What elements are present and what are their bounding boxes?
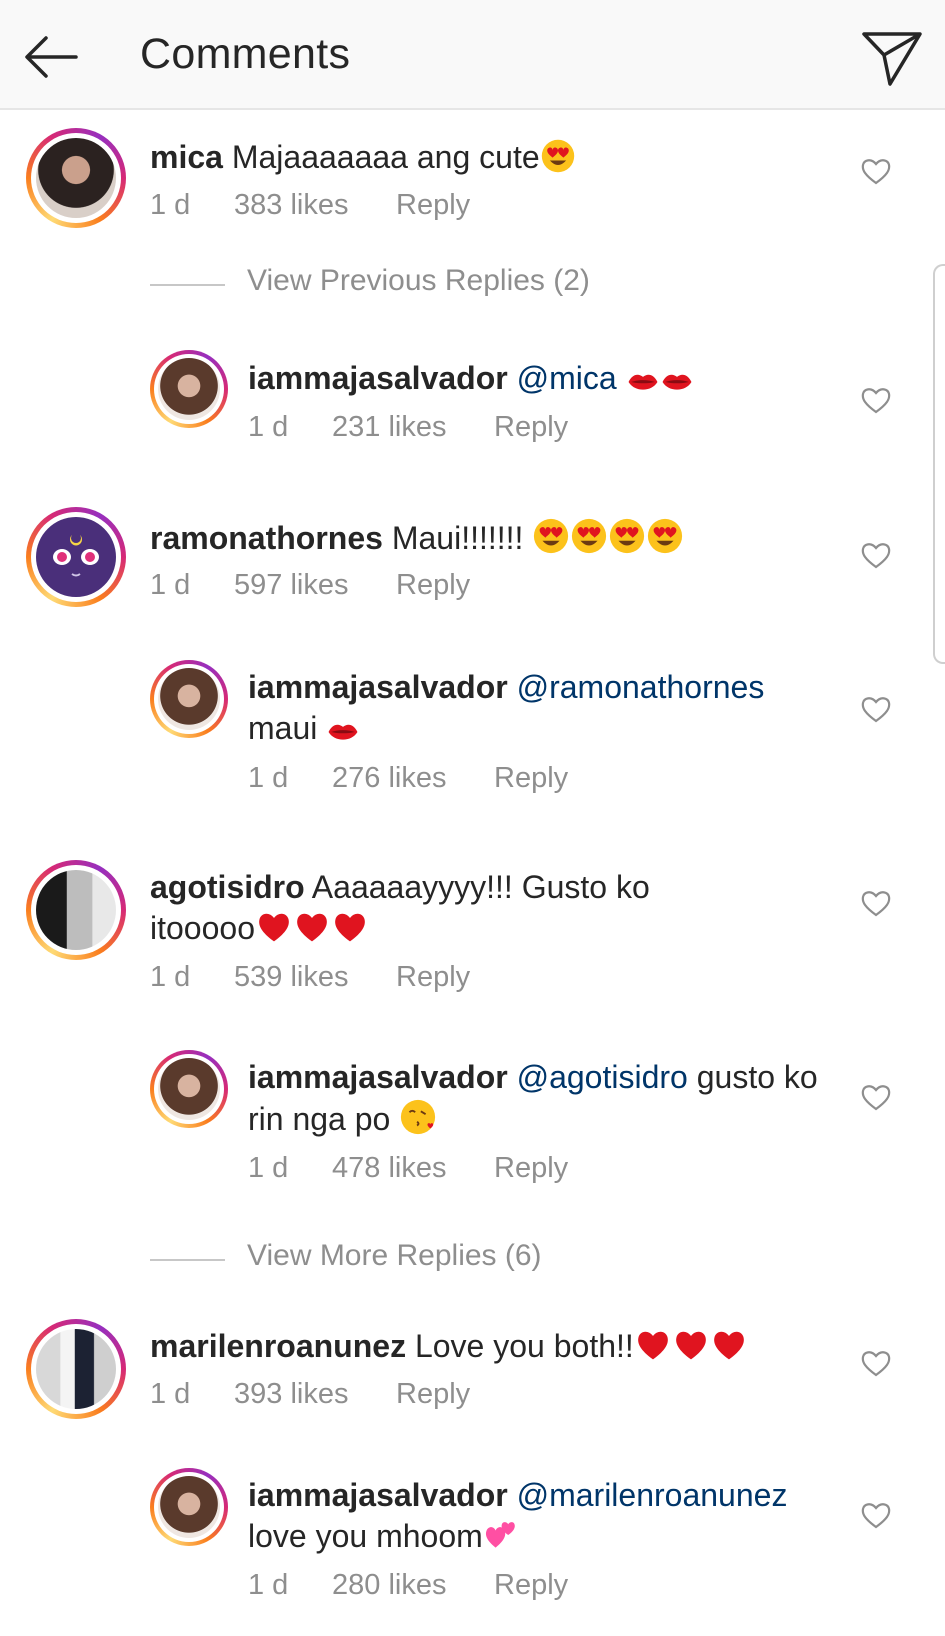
avatar-ramonathornes[interactable]: [26, 507, 126, 607]
comment-username[interactable]: agotisidro: [150, 869, 305, 905]
comment-likes[interactable]: 383 likes: [234, 189, 348, 222]
comment-username[interactable]: ramonathornes: [150, 520, 383, 556]
comment-time: 1 d: [150, 961, 191, 993]
reply-button[interactable]: Reply: [396, 961, 470, 994]
like-heart-icon[interactable]: [860, 1082, 892, 1112]
reply-username[interactable]: iammajasalvador: [248, 1477, 508, 1513]
divider: [150, 1259, 225, 1261]
red-heart-emoji-icon: [331, 909, 369, 945]
red-heart-emoji-icon: [710, 1327, 748, 1363]
reply-time: 1 d: [248, 762, 289, 794]
comment-likes[interactable]: 597 likes: [234, 569, 348, 602]
reply-mention[interactable]: @mica: [517, 360, 617, 396]
comment-text-mica: mica Majaaaaaaa ang cute: [150, 137, 830, 178]
red-heart-emoji-icon: [672, 1327, 710, 1363]
two-hearts-emoji-icon: [483, 1517, 519, 1553]
comment-username[interactable]: mica: [150, 139, 223, 175]
reply-text: iammajasalvador @ramonathornes maui: [248, 667, 838, 749]
red-heart-emoji-icon: [634, 1327, 672, 1363]
heart-eyes-emoji-icon: [570, 517, 608, 555]
cat-face-icon: [53, 535, 99, 577]
reply-button[interactable]: Reply: [494, 1569, 568, 1602]
avatar-iammajasalvador[interactable]: [150, 1050, 228, 1128]
reply-text: iammajasalvador @marilenroanunez love yo…: [248, 1475, 838, 1557]
reply-text: iammajasalvador @mica: [248, 358, 838, 399]
like-heart-icon[interactable]: [860, 540, 892, 570]
reply-button[interactable]: Reply: [494, 411, 568, 444]
reply-button[interactable]: Reply: [396, 569, 470, 602]
reply-button[interactable]: Reply: [396, 1378, 470, 1411]
comment-body: Maui!!!!!!!: [391, 520, 524, 556]
reply-time: 1 d: [248, 411, 289, 443]
reply-likes[interactable]: 478 likes: [332, 1152, 446, 1185]
comment-likes[interactable]: 393 likes: [234, 1378, 348, 1411]
avatar-iammajasalvador[interactable]: [150, 660, 228, 738]
comment-body: Love you both!!: [414, 1328, 634, 1364]
kiss-mark-emoji-icon: [660, 369, 694, 395]
reply-username[interactable]: iammajasalvador: [248, 1059, 508, 1095]
avatar-iammajasalvador[interactable]: [150, 350, 228, 428]
comment-text-agotisidro: agotisidro Aaaaaayyyy!!! Gusto ko itoooo…: [150, 867, 710, 949]
top-bar: Comments: [0, 0, 945, 110]
red-heart-emoji-icon: [293, 909, 331, 945]
page-title: Comments: [140, 30, 351, 78]
avatar-marilenroanunez[interactable]: [26, 1319, 126, 1419]
avatar-agotisidro[interactable]: [26, 860, 126, 960]
like-heart-icon[interactable]: [860, 694, 892, 724]
comment-time: 1 d: [150, 569, 191, 601]
divider: [150, 284, 225, 286]
like-heart-icon[interactable]: [860, 888, 892, 918]
scroll-indicator[interactable]: [933, 264, 945, 664]
reply-username[interactable]: iammajasalvador: [248, 669, 508, 705]
reply-likes[interactable]: 276 likes: [332, 762, 446, 795]
avatar-mica[interactable]: [26, 128, 126, 228]
like-heart-icon[interactable]: [860, 1500, 892, 1530]
reply-likes[interactable]: 231 likes: [332, 411, 446, 444]
reply-text: iammajasalvador @agotisidro gusto ko rin…: [248, 1057, 828, 1140]
reply-time: 1 d: [248, 1569, 289, 1601]
reply-button[interactable]: Reply: [494, 762, 568, 795]
reply-body: maui: [248, 710, 318, 746]
reply-button[interactable]: Reply: [494, 1152, 568, 1185]
comment-body: Majaaaaaaa ang cute: [231, 139, 540, 175]
comment-likes[interactable]: 539 likes: [234, 961, 348, 994]
reply-mention[interactable]: @marilenroanunez: [517, 1477, 788, 1513]
like-heart-icon[interactable]: [860, 156, 892, 186]
heart-eyes-emoji-icon: [532, 517, 570, 555]
like-heart-icon[interactable]: [860, 385, 892, 415]
reply-mention[interactable]: @agotisidro: [517, 1059, 688, 1095]
red-heart-emoji-icon: [255, 909, 293, 945]
back-arrow-icon[interactable]: [18, 25, 82, 89]
reply-username[interactable]: iammajasalvador: [248, 360, 508, 396]
comment-text-marilenroanunez: marilenroanunez Love you both!!: [150, 1326, 850, 1367]
comment-username[interactable]: marilenroanunez: [150, 1328, 406, 1364]
reply-time: 1 d: [248, 1152, 289, 1184]
avatar-iammajasalvador[interactable]: [150, 1468, 228, 1546]
heart-eyes-emoji-icon: [646, 517, 684, 555]
kiss-mark-emoji-icon: [626, 369, 660, 395]
heart-eyes-emoji-icon: [540, 138, 576, 174]
comment-time: 1 d: [150, 189, 191, 221]
kiss-mark-emoji-icon: [326, 719, 360, 745]
heart-eyes-emoji-icon: [608, 517, 646, 555]
face-blowing-kiss-emoji-icon: [399, 1098, 437, 1136]
comment-text-ramonathornes: ramonathornes Maui!!!!!!!: [150, 517, 830, 559]
reply-mention[interactable]: @ramonathornes: [517, 669, 765, 705]
reply-button[interactable]: Reply: [396, 189, 470, 222]
comment-time: 1 d: [150, 1378, 191, 1410]
reply-likes[interactable]: 280 likes: [332, 1569, 446, 1602]
reply-body: love you mhoom: [248, 1518, 483, 1554]
paper-plane-icon[interactable]: [858, 24, 926, 92]
view-replies-label[interactable]: View More Replies (6): [247, 1239, 542, 1273]
view-replies-label[interactable]: View Previous Replies (2): [247, 264, 590, 298]
like-heart-icon[interactable]: [860, 1348, 892, 1378]
